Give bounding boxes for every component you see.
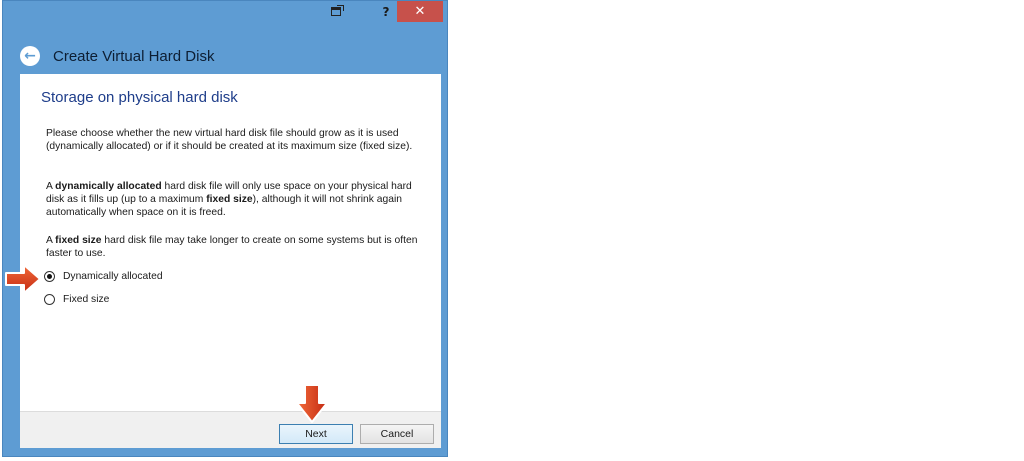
option-fixed-size[interactable]: Fixed size [44,294,109,305]
restore-button[interactable] [321,1,351,22]
emphasis-text: dynamically allocated [55,181,162,192]
text-segment: A [46,181,56,192]
cancel-button[interactable]: Cancel [360,424,434,444]
window-title: Create Virtual Hard Disk [53,47,215,65]
option-dynamically-allocated[interactable]: Dynamically allocated [44,271,163,282]
back-arrow-icon: ← [24,48,36,64]
emphasis-text: fixed size [55,235,102,246]
option-label: Dynamically allocated [63,271,163,282]
wizard-header: ← Create Virtual Hard Disk [3,39,447,73]
emphasis-text: fixed size [206,194,253,205]
text-segment: A [46,235,56,246]
radio-button-unchecked[interactable] [44,294,55,305]
radio-button-checked[interactable] [44,271,55,282]
restore-icon [331,5,344,16]
section-title: Storage on physical hard disk [41,89,238,106]
option-label: Fixed size [63,294,110,305]
annotation-arrow-right-icon [5,264,41,294]
back-button[interactable]: ← [20,46,40,66]
wizard-page: Storage on physical hard disk Please cho… [20,74,441,411]
text-segment: hard disk file may take longer to create… [46,235,418,259]
description-paragraph-2: A dynamically allocated hard disk file w… [46,180,426,219]
next-button[interactable]: Next [279,424,353,444]
description-paragraph-1: Please choose whether the new virtual ha… [46,128,413,152]
dialog-window: ? ✕ ← Create Virtual Hard Disk Storage o… [2,0,448,457]
button-bar: Next Cancel [20,411,441,448]
title-bar: ? ✕ [3,1,447,29]
description-paragraph-3: A fixed size hard disk file may take lon… [46,234,426,260]
close-button[interactable]: ✕ [397,1,443,22]
annotation-arrow-down-icon [296,384,328,423]
